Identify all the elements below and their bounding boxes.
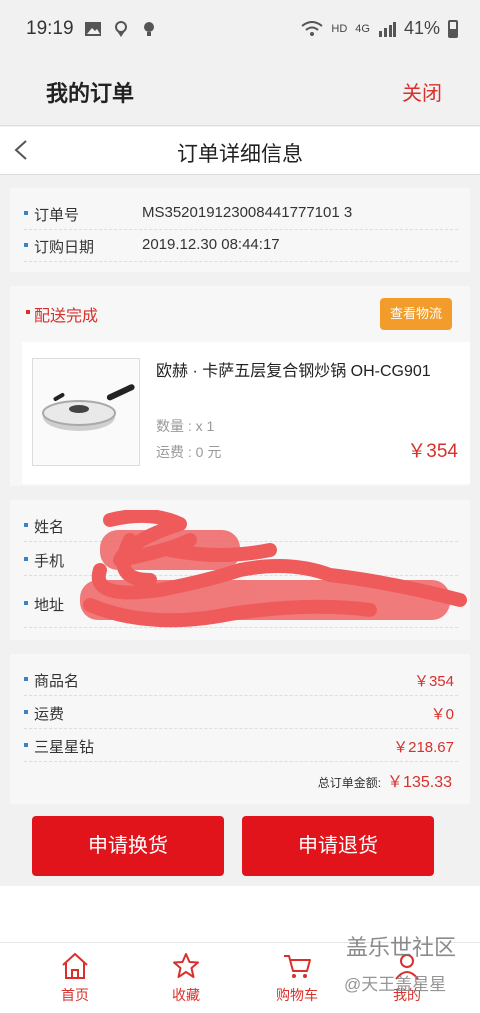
- product-price: ￥354: [407, 441, 458, 462]
- summary-card: 商品名 ￥354 运费 ￥0 三星星钻 ￥218.67 总订单金额: ￥135.3…: [10, 654, 470, 804]
- bullet-dot: [24, 211, 28, 215]
- order-date-value: 2019.12.30 08:44:17: [142, 236, 280, 253]
- status-dot: [26, 310, 30, 314]
- action-bar: 申请换货 申请退货: [0, 806, 480, 886]
- product-item[interactable]: 欧赫 · 卡萨五层复合钢炒锅 OH-CG901 数量 : x 1 运费 : 0 …: [22, 342, 470, 484]
- watermark-community: 盖乐世社区: [346, 935, 457, 960]
- signal-icon: [378, 21, 396, 37]
- redaction-scribble: [80, 510, 467, 628]
- product-shipping: 运费 : 0 元: [156, 444, 222, 460]
- location-icon: [115, 21, 127, 37]
- bullet-dot: [24, 523, 28, 527]
- bullet-dot: [24, 243, 28, 247]
- bullet-dot: [24, 743, 28, 747]
- status-icons: [84, 20, 158, 38]
- status-right: HD 4G 41%: [301, 18, 458, 39]
- summary-freight-label: 运费: [34, 706, 65, 723]
- status-bar: 19:19 HD 4G 41%: [0, 0, 480, 62]
- order-total-value: ￥135.33: [387, 774, 452, 791]
- address-label: 地址: [34, 597, 65, 614]
- sub-header: 订单详细信息: [0, 127, 480, 175]
- top-bar: 我的订单 关闭: [0, 62, 480, 126]
- product-name[interactable]: 欧赫 · 卡萨五层复合钢炒锅 OH-CG901: [156, 360, 456, 384]
- network-4g-label: 4G: [355, 22, 370, 35]
- bullet-dot: [24, 557, 28, 561]
- summary-freight-row: 运费 ￥0: [24, 697, 458, 729]
- order-info-card: 订单号 MS352019123008441777101 3 订购日期 2019.…: [10, 188, 470, 272]
- home-icon: [62, 952, 88, 979]
- order-no-label: 订单号: [34, 207, 80, 224]
- name-label: 姓名: [34, 519, 65, 536]
- star-icon: [173, 953, 199, 978]
- battery-icon: [448, 19, 458, 38]
- tab-cart[interactable]: 购物车: [247, 951, 347, 1005]
- page-title: 我的订单: [46, 81, 135, 106]
- network-hd-label: HD: [331, 22, 348, 35]
- tab-favorites[interactable]: 收藏: [136, 951, 236, 1005]
- request-refund-button[interactable]: 申请退货: [242, 816, 434, 876]
- wifi-icon: [301, 20, 324, 36]
- close-button[interactable]: 关闭: [402, 77, 442, 106]
- battery-label: 41%: [403, 18, 440, 38]
- order-total: 总订单金额: ￥135.33: [318, 768, 452, 792]
- wok-image: [42, 384, 135, 431]
- status-time: 19:19: [26, 18, 74, 39]
- order-date-label: 订购日期: [34, 239, 95, 256]
- summary-diamond-value: ￥218.67: [393, 739, 454, 756]
- watermark-author: @天王盖星星: [344, 975, 447, 994]
- delivery-card: 配送完成 查看物流 欧赫 · 卡萨五层复合钢炒锅 OH-CG901 数量 : x…: [10, 286, 470, 486]
- order-no-value: MS352019123008441777101 3: [142, 204, 353, 221]
- phone-label: 手机: [34, 553, 65, 570]
- cart-icon: [284, 955, 311, 978]
- bullet-dot: [24, 677, 28, 681]
- summary-freight-value: ￥0: [430, 706, 454, 723]
- gallery-icon: [85, 22, 101, 36]
- order-date-row: 订购日期 2019.12.30 08:44:17: [24, 230, 458, 262]
- product-thumbnail[interactable]: [32, 358, 140, 466]
- tab-cart-label: 购物车: [276, 987, 318, 1003]
- sub-header-title: 订单详细信息: [177, 143, 303, 166]
- delivery-status: 配送完成: [34, 308, 99, 325]
- product-quantity: 数量 : x 1: [156, 418, 215, 434]
- view-logistics-button[interactable]: 查看物流: [380, 298, 452, 330]
- bullet-dot: [24, 710, 28, 714]
- order-no-row: 订单号 MS352019123008441777101 3: [24, 198, 458, 230]
- bulb-icon: [144, 22, 154, 36]
- request-exchange-button[interactable]: 申请换货: [32, 816, 224, 876]
- order-total-label: 总订单金额:: [317, 776, 382, 790]
- tab-home[interactable]: 首页: [25, 951, 125, 1005]
- summary-product-value: ￥354: [413, 673, 454, 690]
- summary-product-row: 商品名 ￥354: [24, 664, 458, 696]
- summary-product-label: 商品名: [34, 673, 80, 690]
- summary-diamond-label: 三星星钻: [34, 739, 95, 756]
- tab-home-label: 首页: [61, 987, 89, 1003]
- tab-favorites-label: 收藏: [172, 987, 200, 1003]
- summary-diamond-row: 三星星钻 ￥218.67: [24, 730, 458, 762]
- bullet-dot: [24, 601, 28, 605]
